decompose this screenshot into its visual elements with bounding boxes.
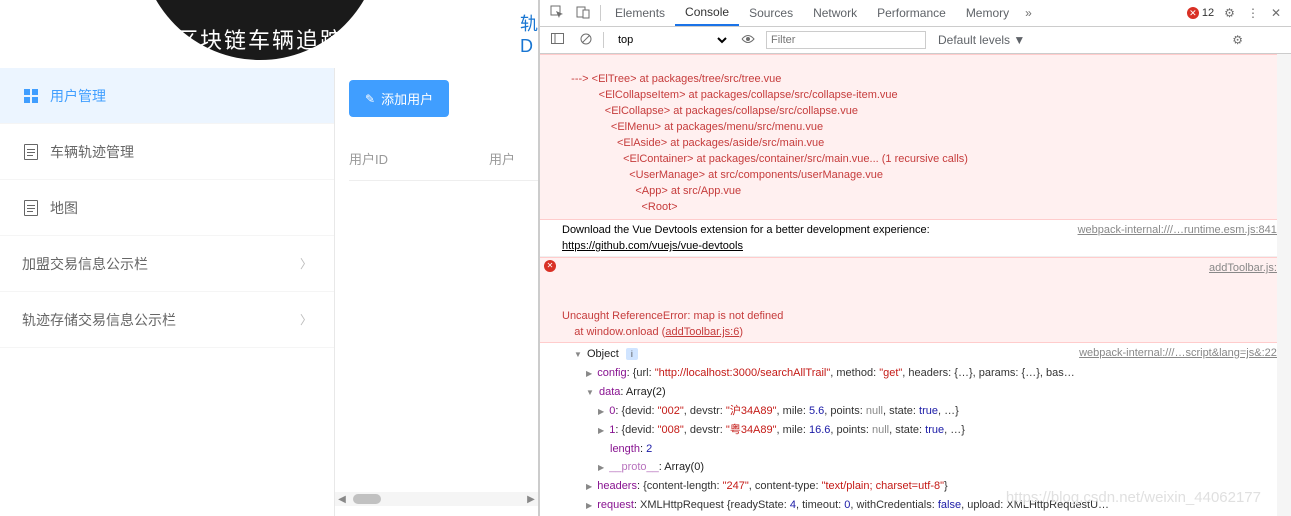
sidebar-item-label: 地图 <box>50 198 78 218</box>
sidebar-item-map[interactable]: 地图 <box>0 180 334 236</box>
inspect-icon[interactable] <box>544 5 570 22</box>
stack-line: <Root> <box>562 201 678 213</box>
app-header: 区块链车辆追踪 轨 D <box>0 0 538 68</box>
logo-area: 区块链车辆追踪 <box>140 0 380 68</box>
sidebar-item-label: 轨迹存储交易信息公示栏 <box>22 310 176 330</box>
clear-console-icon[interactable] <box>575 33 597 48</box>
expand-arrow-icon[interactable] <box>598 461 604 473</box>
info-icon[interactable]: i <box>626 348 638 360</box>
console-devtools-hint: webpack-internal:///…runtime.esm.js:8418… <box>540 220 1291 257</box>
scroll-left-icon[interactable]: ◀ <box>335 494 349 505</box>
column-user-id: 用户ID <box>349 149 489 168</box>
stack-line: <ElMenu> at packages/menu/src/menu.vue <box>562 121 823 133</box>
horizontal-scrollbar[interactable]: ◀ ▶ <box>335 492 538 506</box>
scroll-right-icon[interactable]: ▶ <box>524 494 538 505</box>
sidebar-item-label: 用户管理 <box>50 86 106 106</box>
error-icon: ✕ <box>544 260 556 272</box>
document-icon <box>22 143 40 161</box>
column-user: 用户 <box>489 149 515 168</box>
settings-icon[interactable]: ⚙ <box>1218 6 1241 20</box>
source-link[interactable]: addToolbar.js:6 <box>1209 260 1283 276</box>
stack-line: <ElContainer> at packages/container/src/… <box>562 153 968 165</box>
console-error-stack: ---> <ElTree> at packages/tree/src/tree.… <box>540 54 1291 220</box>
obj-data-proto[interactable]: __proto__: Array(0) <box>562 458 1287 477</box>
eye-icon[interactable] <box>736 33 760 47</box>
console-output: ---> <ElTree> at packages/tree/src/tree.… <box>540 54 1291 516</box>
expand-arrow-icon[interactable] <box>586 499 592 511</box>
chevron-right-icon: 〉 <box>300 311 312 328</box>
sidebar-item-guiji[interactable]: 轨迹存储交易信息公示栏 〉 <box>0 292 334 348</box>
vertical-scrollbar[interactable] <box>1277 54 1291 516</box>
sidebar: 用户管理 车辆轨迹管理 地图 加盟交易信息公示栏 〉 轨迹存储交易信息公示栏 〉 <box>0 68 335 516</box>
tab-performance[interactable]: Performance <box>867 1 956 25</box>
expand-arrow-icon[interactable] <box>598 405 604 417</box>
console-subbar: top Default levels ▼ ⚙ <box>540 27 1291 54</box>
sidebar-item-label: 加盟交易信息公示栏 <box>22 254 148 274</box>
sidebar-item-vehicle-track[interactable]: 车辆轨迹管理 <box>0 124 334 180</box>
obj-data-length: length: 2 <box>562 440 1287 458</box>
edit-icon: ✎ <box>365 92 375 106</box>
more-tabs-icon[interactable]: » <box>1019 6 1038 20</box>
button-label: 添加用户 <box>381 89 433 108</box>
sidebar-toggle-icon[interactable] <box>546 33 569 47</box>
tab-sources[interactable]: Sources <box>739 1 803 25</box>
error-dot-icon: ✕ <box>1187 7 1199 19</box>
obj-config[interactable]: config: {url: "http://localhost:3000/sea… <box>562 364 1287 383</box>
expand-arrow-icon[interactable] <box>598 424 604 436</box>
stack-line: <UserManage> at src/components/userManag… <box>562 169 883 181</box>
obj-data-0[interactable]: 0: {devid: "002", devstr: "沪34A89", mile… <box>562 402 1287 421</box>
content-area: ✎ 添加用户 用户ID 用户 ◀ ▶ <box>335 68 538 516</box>
header-partial-text: 轨 D <box>520 10 538 57</box>
app-body: 用户管理 车辆轨迹管理 地图 加盟交易信息公示栏 〉 轨迹存储交易信息公示栏 〉… <box>0 68 538 516</box>
log-levels[interactable]: Default levels ▼ <box>938 33 1025 47</box>
sidebar-item-label: 车辆轨迹管理 <box>50 142 134 162</box>
source-link[interactable]: webpack-internal:///…script&lang=js&:227 <box>1079 345 1283 361</box>
filter-input[interactable] <box>766 31 926 49</box>
app-panel: 区块链车辆追踪 轨 D 用户管理 车辆轨迹管理 地图 加盟交易信息公示栏 〉 <box>0 0 539 516</box>
scroll-thumb[interactable] <box>353 494 381 504</box>
stack-line: <App> at src/App.vue <box>562 185 741 197</box>
chevron-right-icon: 〉 <box>300 255 312 272</box>
stack-line: ---> <ElTree> at packages/tree/src/tree.… <box>562 73 781 85</box>
device-toggle-icon[interactable] <box>570 5 596 22</box>
tab-elements[interactable]: Elements <box>605 1 675 25</box>
vue-devtools-link[interactable]: https://github.com/vuejs/vue-devtools <box>562 240 743 252</box>
expand-arrow-icon[interactable] <box>586 480 592 492</box>
logo-text: 区块链车辆追踪 <box>176 23 344 55</box>
grid-icon <box>22 87 40 105</box>
console-settings-icon[interactable]: ⚙ <box>1227 33 1248 47</box>
obj-data[interactable]: data: Array(2) <box>562 383 1287 402</box>
expand-arrow-icon[interactable] <box>586 367 592 379</box>
devtools-panel: Elements Console Sources Network Perform… <box>539 0 1291 516</box>
error-badge[interactable]: ✕ 12 <box>1183 7 1218 19</box>
close-icon[interactable]: ✕ <box>1265 6 1287 20</box>
devtools-toolbar: Elements Console Sources Network Perform… <box>540 0 1291 27</box>
error-count: 12 <box>1202 7 1214 19</box>
console-reference-error: ✕ addToolbar.js:6 Uncaught ReferenceErro… <box>540 257 1291 343</box>
stack-line: <ElCollapse> at packages/collapse/src/co… <box>562 105 858 117</box>
watermark: https://blog.csdn.net/weixin_44062177 <box>1006 489 1261 506</box>
error-source-link[interactable]: addToolbar.js:6 <box>665 326 739 338</box>
tab-console[interactable]: Console <box>675 0 739 26</box>
tab-memory[interactable]: Memory <box>956 1 1019 25</box>
context-selector[interactable]: top <box>610 31 730 49</box>
logo: 区块链车辆追踪 <box>140 0 380 60</box>
table-header: 用户ID 用户 <box>349 137 538 181</box>
tab-network[interactable]: Network <box>803 1 867 25</box>
expand-arrow-icon[interactable] <box>586 386 594 398</box>
stack-line: <ElCollapseItem> at packages/collapse/sr… <box>562 89 898 101</box>
obj-data-1[interactable]: 1: {devid: "008", devstr: "粤34A89", mile… <box>562 421 1287 440</box>
kebab-icon[interactable]: ⋮ <box>1241 6 1265 20</box>
sidebar-item-user-manage[interactable]: 用户管理 <box>0 68 334 124</box>
document-icon <box>22 199 40 217</box>
stack-line: <ElAside> at packages/aside/src/main.vue <box>562 137 824 149</box>
sidebar-item-jiameng[interactable]: 加盟交易信息公示栏 〉 <box>0 236 334 292</box>
source-link[interactable]: webpack-internal:///…runtime.esm.js:8418 <box>1078 222 1283 238</box>
expand-arrow-icon[interactable] <box>574 348 582 360</box>
add-user-button[interactable]: ✎ 添加用户 <box>349 80 449 117</box>
